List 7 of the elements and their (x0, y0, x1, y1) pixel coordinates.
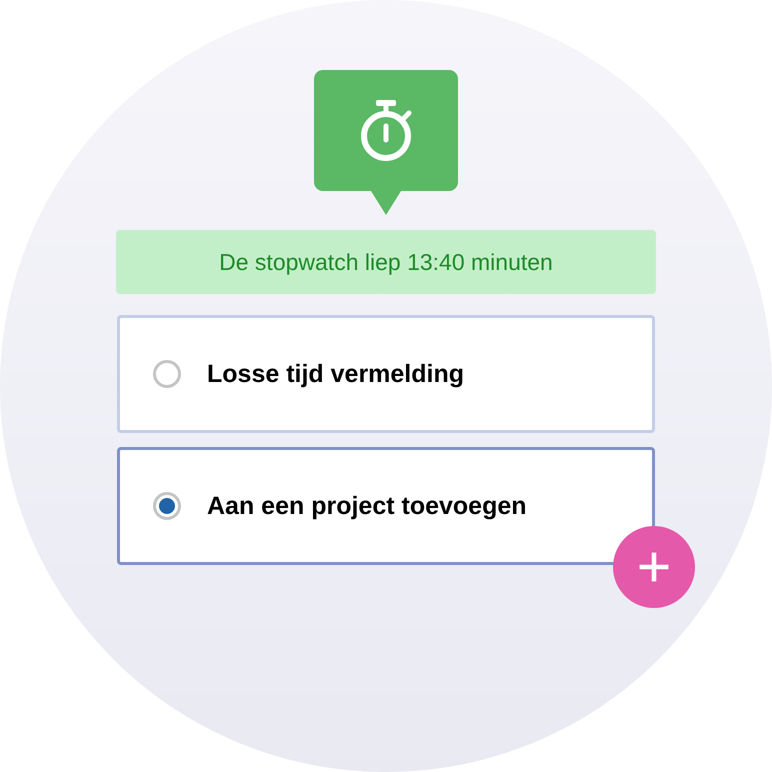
option-label: Losse tijd vermelding (207, 360, 464, 388)
banner-text: De stopwatch liep 13:40 minuten (219, 248, 553, 276)
radio-button[interactable] (153, 360, 181, 388)
option-card[interactable]: Losse tijd vermelding (117, 315, 655, 433)
option-card[interactable]: Aan een project toevoegen (117, 447, 655, 565)
radio-button[interactable] (153, 492, 181, 520)
option-label: Aan een project toevoegen (207, 492, 527, 520)
